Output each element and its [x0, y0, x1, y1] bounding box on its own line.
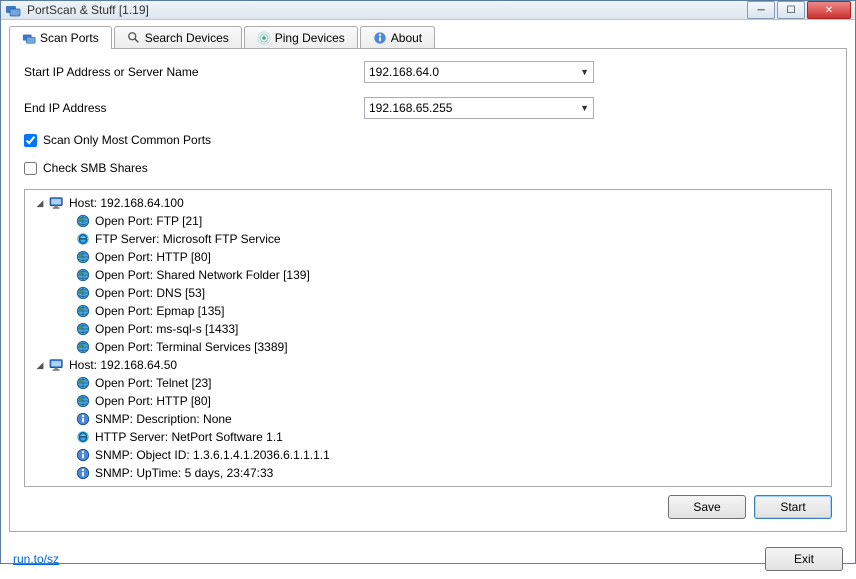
- start-ip-label: Start IP Address or Server Name: [24, 65, 364, 79]
- tab-search-devices[interactable]: Search Devices: [114, 26, 242, 49]
- tree-child-row[interactable]: Open Port: Shared Network Folder [139]: [75, 266, 825, 284]
- chevron-down-icon: ▼: [580, 67, 589, 77]
- tree-child-label: HTTP Server: NetPort Software 1.1: [95, 430, 283, 444]
- globe-icon: [75, 213, 91, 229]
- tree-child-label: SNMP: Description: None: [95, 412, 232, 426]
- tree-child-row[interactable]: SNMP: Object ID: 1.3.6.1.4.1.2036.6.1.1.…: [75, 446, 825, 464]
- scan-common-checkbox[interactable]: [24, 134, 37, 147]
- scan-ports-icon: [22, 31, 36, 45]
- globe-icon: [75, 321, 91, 337]
- globe-icon: [75, 303, 91, 319]
- window-title: PortScan & Stuff [1.19]: [27, 3, 747, 17]
- tree-child-label: Open Port: HTTP [80]: [95, 250, 211, 264]
- info-icon: [75, 447, 91, 463]
- tree-host-row[interactable]: ◢ Host: 192.168.64.50: [35, 356, 825, 374]
- tab-label: About: [391, 31, 422, 45]
- titlebar: PortScan & Stuff [1.19] ─ ☐ ✕: [1, 1, 855, 20]
- monitor-icon: [49, 195, 65, 211]
- tab-label: Scan Ports: [40, 31, 99, 45]
- save-button[interactable]: Save: [668, 495, 746, 519]
- search-icon: [127, 31, 141, 45]
- footer: run.to/sz Exit: [1, 541, 855, 579]
- close-button[interactable]: ✕: [807, 1, 851, 19]
- results-tree[interactable]: ◢ Host: 192.168.64.100 Open Port: FTP [21]…: [24, 189, 832, 487]
- start-ip-value: 192.168.64.0: [369, 65, 439, 79]
- tree-child-row[interactable]: SNMP: Description: None: [75, 410, 825, 428]
- check-smb-label[interactable]: Check SMB Shares: [43, 161, 148, 175]
- inner-button-row: Save Start: [24, 487, 832, 519]
- globe-icon: [75, 375, 91, 391]
- globe-icon: [75, 249, 91, 265]
- ie-icon: [75, 429, 91, 445]
- ie-icon: [75, 231, 91, 247]
- tree-child-label: Open Port: FTP [21]: [95, 214, 202, 228]
- info-icon: [75, 465, 91, 481]
- tree-child-label: Open Port: Shared Network Folder [139]: [95, 268, 310, 282]
- app-window: PortScan & Stuff [1.19] ─ ☐ ✕ Scan Ports…: [0, 0, 856, 564]
- tree-child-label: Open Port: Telnet [23]: [95, 376, 212, 390]
- tree-child-label: SNMP: UpTime: 5 days, 23:47:33: [95, 466, 273, 480]
- end-ip-label: End IP Address: [24, 101, 364, 115]
- end-ip-row: End IP Address 192.168.65.255 ▼: [24, 97, 832, 119]
- end-ip-combo[interactable]: 192.168.65.255 ▼: [364, 97, 594, 119]
- about-icon: [373, 31, 387, 45]
- scan-common-row: Scan Only Most Common Ports: [24, 133, 832, 147]
- globe-icon: [75, 285, 91, 301]
- monitor-icon: [49, 357, 65, 373]
- tab-about[interactable]: About: [360, 26, 435, 49]
- end-ip-value: 192.168.65.255: [369, 101, 452, 115]
- check-smb-checkbox[interactable]: [24, 162, 37, 175]
- tree-child-label: SNMP: Object ID: 1.3.6.1.4.1.2036.6.1.1.…: [95, 448, 330, 462]
- tree-child-label: Open Port: DNS [53]: [95, 286, 205, 300]
- tree-child-label: Open Port: Epmap [135]: [95, 304, 224, 318]
- ping-icon: [257, 31, 271, 45]
- tree-host-label: Host: 192.168.64.100: [69, 196, 184, 210]
- globe-icon: [75, 339, 91, 355]
- tree-host-label: Host: 192.168.64.50: [69, 358, 177, 372]
- start-button[interactable]: Start: [754, 495, 832, 519]
- start-ip-combo[interactable]: 192.168.64.0 ▼: [364, 61, 594, 83]
- minimize-button[interactable]: ─: [747, 1, 775, 19]
- tab-scan-ports[interactable]: Scan Ports: [9, 26, 112, 49]
- collapse-icon[interactable]: ◢: [35, 198, 45, 209]
- tab-label: Ping Devices: [275, 31, 345, 45]
- chevron-down-icon: ▼: [580, 103, 589, 113]
- tree-child-row[interactable]: Open Port: HTTP [80]: [75, 248, 825, 266]
- exit-button[interactable]: Exit: [765, 547, 843, 571]
- tree-child-label: Open Port: HTTP [80]: [95, 394, 211, 408]
- tree-child-row[interactable]: Open Port: ms-sql-s [1433]: [75, 320, 825, 338]
- app-icon: [5, 2, 21, 18]
- tab-content: Start IP Address or Server Name 192.168.…: [9, 48, 847, 532]
- tree-child-row[interactable]: SNMP: UpTime: 5 days, 23:47:33: [75, 464, 825, 482]
- scan-common-label[interactable]: Scan Only Most Common Ports: [43, 133, 211, 147]
- globe-icon: [75, 267, 91, 283]
- tree-child-label: FTP Server: Microsoft FTP Service: [95, 232, 281, 246]
- tree-child-row[interactable]: Open Port: Epmap [135]: [75, 302, 825, 320]
- tree-child-row[interactable]: Open Port: HTTP [80]: [75, 392, 825, 410]
- info-icon: [75, 411, 91, 427]
- collapse-icon[interactable]: ◢: [35, 360, 45, 371]
- tree-child-label: Open Port: Terminal Services [3389]: [95, 340, 288, 354]
- tab-ping-devices[interactable]: Ping Devices: [244, 26, 358, 49]
- window-controls: ─ ☐ ✕: [747, 1, 851, 19]
- tree-host-row[interactable]: ◢ Host: 192.168.64.100: [35, 194, 825, 212]
- globe-icon: [75, 393, 91, 409]
- maximize-button[interactable]: ☐: [777, 1, 805, 19]
- tree-child-label: Open Port: ms-sql-s [1433]: [95, 322, 238, 336]
- tree-child-row[interactable]: FTP Server: Microsoft FTP Service: [75, 230, 825, 248]
- tree-child-row[interactable]: Open Port: DNS [53]: [75, 284, 825, 302]
- tree-child-row[interactable]: HTTP Server: NetPort Software 1.1: [75, 428, 825, 446]
- tree-child-row[interactable]: Open Port: Terminal Services [3389]: [75, 338, 825, 356]
- tab-label: Search Devices: [145, 31, 229, 45]
- tab-strip: Scan Ports Search Devices Ping Devices A…: [1, 20, 855, 49]
- tree-child-row[interactable]: Open Port: FTP [21]: [75, 212, 825, 230]
- start-ip-row: Start IP Address or Server Name 192.168.…: [24, 61, 832, 83]
- tree-child-row[interactable]: Open Port: Telnet [23]: [75, 374, 825, 392]
- check-smb-row: Check SMB Shares: [24, 161, 832, 175]
